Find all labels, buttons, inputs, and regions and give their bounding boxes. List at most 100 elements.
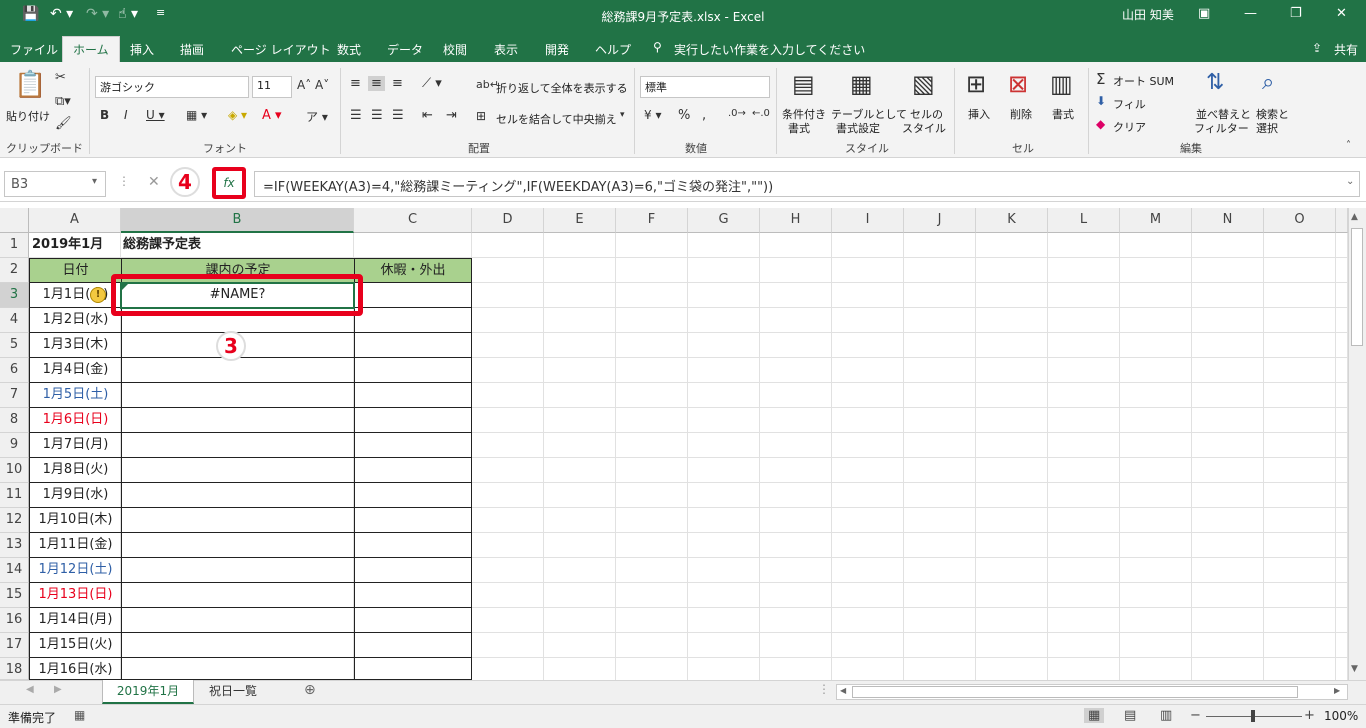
column-header-h[interactable]: H	[760, 208, 832, 233]
row-header-7[interactable]: 7	[0, 383, 29, 408]
row-header-1[interactable]: 1	[0, 233, 29, 258]
wrap-text-button[interactable]: 折り返して全体を表示する	[496, 80, 628, 96]
row-header-2[interactable]: 2	[0, 258, 29, 283]
minimize-icon[interactable]: —	[1244, 6, 1257, 21]
delete-cells-icon[interactable]: ⊠	[1008, 70, 1028, 98]
plan-cell[interactable]	[121, 508, 354, 533]
column-header-c[interactable]: C	[354, 208, 472, 233]
next-sheet-icon[interactable]: ▶	[54, 684, 62, 695]
date-cell[interactable]: 1月13日(日)	[29, 583, 121, 608]
horizontal-scroll-thumb[interactable]	[852, 686, 1298, 698]
collapse-ribbon-icon[interactable]: ˄	[1346, 140, 1351, 151]
scroll-down-icon[interactable]: ▼	[1351, 664, 1358, 674]
tab-insert[interactable]: 挿入	[130, 41, 154, 58]
date-cell[interactable]: 1月10日(木)	[29, 508, 121, 533]
sort-filter-label-2[interactable]: フィルター	[1194, 120, 1249, 136]
tab-file[interactable]: ファイル	[10, 41, 58, 58]
row-header-12[interactable]: 12	[0, 508, 29, 533]
share-button[interactable]: 共有	[1334, 41, 1358, 58]
insert-cells-icon[interactable]: ⊞	[966, 70, 986, 98]
scroll-left-icon[interactable]: ◀	[840, 686, 846, 695]
cell-b1-title[interactable]: 総務課予定表	[123, 233, 351, 258]
select-all-corner[interactable]	[0, 208, 29, 233]
date-cell[interactable]: 1月9日(水)	[29, 483, 121, 508]
macro-record-icon[interactable]: ▦	[74, 708, 85, 722]
format-painter-icon[interactable]: 🖌	[55, 116, 72, 131]
ribbon-display-icon[interactable]: ▣	[1198, 6, 1210, 21]
format-as-table-label-2[interactable]: 書式設定	[836, 120, 880, 136]
close-icon[interactable]: ✕	[1336, 6, 1347, 21]
plan-cell[interactable]	[121, 483, 354, 508]
comma-icon[interactable]: ,	[702, 108, 706, 123]
leave-cell[interactable]	[354, 583, 472, 608]
align-left-icon[interactable]: ☰	[350, 108, 362, 123]
plan-cell[interactable]	[121, 433, 354, 458]
plan-cell[interactable]	[121, 383, 354, 408]
find-select-label-2[interactable]: 選択	[1256, 120, 1278, 136]
leave-cell[interactable]	[354, 283, 472, 308]
plan-cell[interactable]	[121, 608, 354, 633]
font-color-icon[interactable]: A ▾	[262, 108, 282, 123]
grow-font-icon[interactable]: A˄ A˅	[297, 78, 329, 92]
leave-cell[interactable]	[354, 483, 472, 508]
tab-split-icon[interactable]: ⋮	[818, 682, 830, 696]
autosum-button[interactable]: オート SUM	[1113, 73, 1174, 89]
leave-cell[interactable]	[354, 508, 472, 533]
column-header-a[interactable]: A	[29, 208, 121, 233]
cell-a2-header[interactable]: 日付	[29, 258, 121, 283]
row-header-5[interactable]: 5	[0, 333, 29, 358]
user-name[interactable]: 山田 知美	[1122, 6, 1174, 23]
scroll-up-icon[interactable]: ▲	[1351, 212, 1358, 222]
align-right-icon[interactable]: ☰	[392, 108, 404, 123]
leave-cell[interactable]	[354, 558, 472, 583]
plan-cell[interactable]	[121, 458, 354, 483]
tab-home[interactable]: ホーム	[62, 36, 120, 62]
name-box-dropdown-icon[interactable]: ▾	[92, 176, 97, 187]
leave-cell[interactable]	[354, 433, 472, 458]
column-header-m[interactable]: M	[1120, 208, 1192, 233]
row-header-8[interactable]: 8	[0, 408, 29, 433]
decrease-indent-icon[interactable]: ⇤	[422, 108, 433, 123]
row-header-15[interactable]: 15	[0, 583, 29, 608]
row-header-17[interactable]: 17	[0, 633, 29, 658]
restore-icon[interactable]: ❐	[1290, 6, 1302, 21]
leave-cell[interactable]	[354, 358, 472, 383]
error-warning-icon[interactable]: !	[90, 287, 106, 303]
zoom-level[interactable]: 100%	[1324, 709, 1358, 723]
date-cell[interactable]: 1月5日(土)	[29, 383, 121, 408]
font-size-select[interactable]: 11	[252, 76, 292, 98]
row-header-18[interactable]: 18	[0, 658, 29, 680]
page-break-view-icon[interactable]: ▥	[1160, 708, 1172, 723]
cut-icon[interactable]: ✂	[55, 70, 66, 85]
underline-icon[interactable]: U ▾	[146, 108, 165, 122]
bold-icon[interactable]: B	[100, 108, 109, 122]
cell-a1-title[interactable]: 2019年1月	[32, 233, 118, 258]
clear-button[interactable]: クリア	[1113, 119, 1146, 135]
align-top-icon[interactable]: ≡	[350, 76, 361, 91]
plan-cell[interactable]	[121, 658, 354, 680]
align-bottom-icon[interactable]: ≡	[392, 76, 403, 91]
percent-icon[interactable]: %	[678, 108, 690, 123]
row-header-14[interactable]: 14	[0, 558, 29, 583]
name-box[interactable]: B3	[4, 171, 106, 197]
column-header-l[interactable]: L	[1048, 208, 1120, 233]
cell-styles-label-2[interactable]: スタイル	[902, 120, 946, 136]
decrease-decimal-icon[interactable]: ←.0	[752, 108, 770, 119]
vertical-scroll-thumb[interactable]	[1351, 228, 1363, 346]
row-header-3[interactable]: 3	[0, 283, 29, 308]
merge-center-button[interactable]: セルを結合して中央揃え	[496, 111, 617, 127]
cell-c2-header[interactable]: 休暇・外出	[354, 258, 472, 283]
conditional-format-label-2[interactable]: 書式	[788, 120, 810, 136]
date-cell[interactable]: 1月8日(火)	[29, 458, 121, 483]
new-sheet-icon[interactable]: ⊕	[304, 682, 316, 698]
column-header-i[interactable]: I	[832, 208, 904, 233]
format-cells-icon[interactable]: ▥	[1050, 70, 1073, 98]
date-cell[interactable]: 1月4日(金)	[29, 358, 121, 383]
italic-icon[interactable]: I	[124, 108, 128, 122]
plan-cell[interactable]	[121, 408, 354, 433]
fill-color-icon[interactable]: ◈ ▾	[228, 108, 247, 122]
date-cell[interactable]: 1月16日(水)	[29, 658, 121, 680]
copy-icon[interactable]: ⧉▾	[55, 94, 71, 109]
leave-cell[interactable]	[354, 533, 472, 558]
scroll-right-icon[interactable]: ▶	[1334, 686, 1340, 695]
